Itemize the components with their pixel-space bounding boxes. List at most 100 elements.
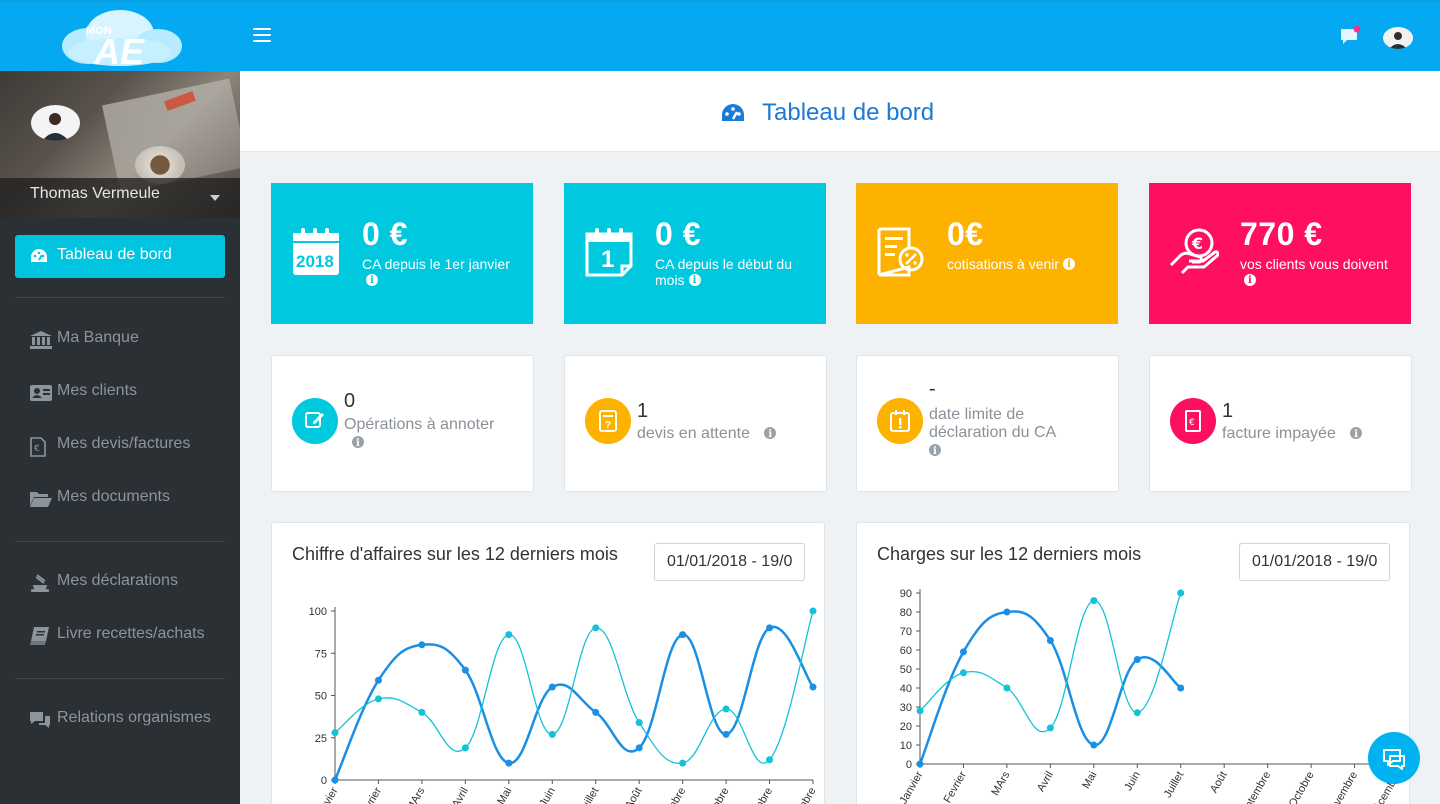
x-tick-label: Juillet xyxy=(1162,770,1186,800)
stat-card-ca-mois[interactable]: 1 0 € CA depuis le début du mois xyxy=(564,183,826,324)
x-tick-label: Fevrier xyxy=(942,769,970,804)
y-tick-label: 70 xyxy=(900,626,912,638)
logo-big-text: AE xyxy=(93,31,145,68)
page-title: Tableau de bord xyxy=(762,99,935,126)
sidebar-item-tableau-de-bord[interactable]: Tableau de bord xyxy=(15,235,225,278)
data-point xyxy=(766,624,774,632)
x-tick-label: Octobre xyxy=(1287,770,1317,804)
data-point xyxy=(809,607,817,615)
data-point xyxy=(635,744,643,752)
info-label: Opérations à annoter xyxy=(344,416,524,453)
info-icon[interactable] xyxy=(1350,426,1363,444)
profile-banner: Thomas Vermeule xyxy=(0,71,240,218)
x-tick-label: Fevrier xyxy=(357,785,385,804)
info-icon[interactable] xyxy=(366,273,378,289)
info-icon[interactable] xyxy=(688,273,701,289)
svg-text:€: € xyxy=(1191,234,1203,253)
sidebar-item-label: Mes documents xyxy=(57,488,170,505)
data-point xyxy=(331,729,339,737)
x-tick-label: Juillet xyxy=(577,786,601,804)
info-value: 1 xyxy=(637,400,649,422)
sidebar-item-label: Relations organismes xyxy=(57,709,211,726)
y-tick-label: 20 xyxy=(900,721,912,733)
bank-icon xyxy=(30,331,52,349)
data-point xyxy=(766,756,774,764)
x-tick-label: Septembre xyxy=(1236,770,1273,804)
stat-value: 0 € xyxy=(362,216,408,252)
chat-icon xyxy=(1383,749,1405,770)
x-tick-label: Décembre xyxy=(783,786,819,804)
y-tick-label: 0 xyxy=(321,775,327,787)
stat-value: 0 € xyxy=(655,216,701,252)
sidebar-item-label: Tableau de bord xyxy=(57,246,172,263)
data-point xyxy=(1177,684,1185,692)
messages-icon[interactable] xyxy=(1340,26,1360,46)
data-point xyxy=(374,676,382,684)
data-point xyxy=(548,683,556,691)
charges-line-chart: 0 10 20 30 40 50 60 70 80 90 Janvier Fevrier MArs Avr… xyxy=(897,588,1403,804)
calendar-2018-icon: 2018 xyxy=(293,228,339,275)
data-point xyxy=(916,707,924,715)
data-point xyxy=(592,708,600,716)
sidebar-item-label: Mes devis/factures xyxy=(57,435,191,452)
data-point xyxy=(722,705,730,713)
stat-value: 0€ xyxy=(947,216,984,252)
data-point xyxy=(959,648,967,656)
x-tick-label: Janvier xyxy=(897,769,925,804)
address-card-icon xyxy=(30,385,52,401)
user-menu-caret-icon[interactable] xyxy=(210,195,220,201)
data-point xyxy=(374,695,382,703)
dashboard-icon xyxy=(722,104,744,121)
info-card-operations[interactable]: 0 Opérations à annoter xyxy=(271,355,534,492)
data-point xyxy=(1133,656,1141,663)
divider xyxy=(15,297,225,298)
chat-support-button[interactable] xyxy=(1368,732,1420,784)
stat-card-clients-doivent[interactable]: € 770 € vos clients vous doivent xyxy=(1149,183,1411,324)
user-name[interactable]: Thomas Vermeule xyxy=(30,185,160,203)
stat-label: vos clients vous doivent xyxy=(1240,256,1390,289)
info-card-facture-impayee[interactable]: € 1 facture impayée xyxy=(1149,355,1412,492)
data-point xyxy=(1090,597,1098,605)
comments-icon xyxy=(30,712,50,728)
stat-card-ca-annee[interactable]: 2018 0 € CA depuis le 1er janvier xyxy=(271,183,533,324)
info-label: devis en attente xyxy=(637,425,777,444)
y-tick-label: 75 xyxy=(315,648,327,660)
info-value: - xyxy=(929,378,936,400)
stat-card-cotisations[interactable]: 0€ cotisations à venir xyxy=(856,183,1118,324)
menu-toggle-icon[interactable] xyxy=(253,28,271,44)
x-tick-label: Septembre xyxy=(651,786,688,804)
info-icon[interactable] xyxy=(352,435,364,453)
info-value: 1 xyxy=(1222,400,1234,422)
svg-text:€: € xyxy=(34,444,40,454)
edit-icon xyxy=(292,398,338,444)
info-icon[interactable] xyxy=(764,426,777,444)
calendar-alert-icon xyxy=(877,398,923,444)
stat-label: cotisations à venir xyxy=(947,256,1097,273)
data-point xyxy=(418,641,426,649)
data-point xyxy=(505,759,513,767)
profile-avatar[interactable] xyxy=(31,105,80,141)
series-line xyxy=(918,610,1182,765)
info-icon[interactable] xyxy=(1063,257,1076,273)
data-point xyxy=(548,730,556,738)
info-card-devis[interactable]: ? 1 devis en attente xyxy=(564,355,827,492)
y-tick-label: 25 xyxy=(315,733,327,745)
data-point xyxy=(592,624,600,632)
app-logo[interactable]: MON AE xyxy=(58,8,184,68)
data-point xyxy=(1046,724,1054,732)
user-avatar[interactable] xyxy=(1383,27,1413,49)
sidebar-item-label: Mes clients xyxy=(57,382,138,399)
info-icon[interactable] xyxy=(929,443,941,461)
info-card-date-limite[interactable]: - date limite de déclaration du CA xyxy=(856,355,1119,492)
x-tick-label: Août xyxy=(1208,770,1230,796)
svg-text:€: € xyxy=(1189,418,1195,428)
data-point xyxy=(1046,637,1054,644)
data-point xyxy=(679,759,687,767)
calendar-year-text: 2018 xyxy=(296,252,334,271)
data-point xyxy=(1090,741,1098,749)
info-icon[interactable] xyxy=(1244,273,1256,289)
tax-document-icon xyxy=(877,227,924,277)
svg-text:?: ? xyxy=(605,420,611,431)
divider xyxy=(15,678,225,679)
data-point xyxy=(635,719,643,727)
